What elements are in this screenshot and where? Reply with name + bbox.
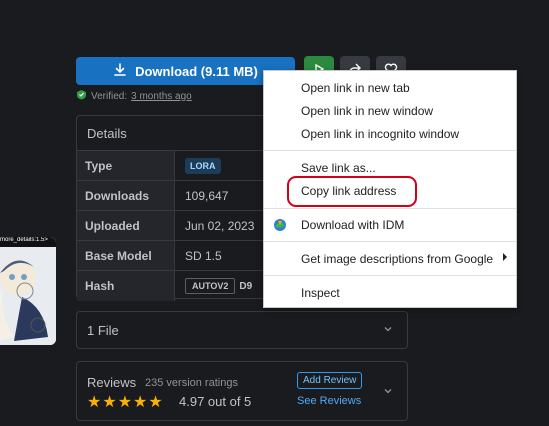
details-label: Downloads xyxy=(77,181,175,211)
menu-item-open-new-window[interactable]: Open link in new window xyxy=(301,104,433,118)
see-reviews-link[interactable]: See Reviews xyxy=(297,395,361,407)
verified-prefix: Verified: xyxy=(91,90,128,102)
details-value: Jun 02, 2023 xyxy=(185,219,255,233)
menu-item-download-idm[interactable]: Download with IDM xyxy=(301,218,404,232)
menu-separator xyxy=(264,208,516,209)
reviews-card: Reviews 235 version ratings ★★★★★ 4.97 o… xyxy=(76,361,408,421)
rating-text: 4.97 out of 5 xyxy=(179,394,252,409)
details-label: Base Model xyxy=(77,241,175,271)
verified-ago-link[interactable]: 3 months ago xyxy=(131,91,192,102)
reviews-count: 235 version ratings xyxy=(145,377,238,389)
context-menu: Open link in new tab Open link in new wi… xyxy=(263,70,517,308)
menu-item-open-new-tab[interactable]: Open link in new tab xyxy=(301,81,410,95)
details-label: Uploaded xyxy=(77,211,175,241)
type-badge: LORA xyxy=(185,158,221,174)
model-thumbnail[interactable]: ix:more_details:1.5> xyxy=(0,237,56,345)
menu-item-open-incognito[interactable]: Open link in incognito window xyxy=(301,127,459,141)
menu-item-inspect[interactable]: Inspect xyxy=(301,286,340,300)
menu-separator xyxy=(264,150,516,151)
files-accordion[interactable]: 1 File xyxy=(76,311,408,349)
details-label: Type xyxy=(77,151,175,181)
chevron-down-icon xyxy=(383,324,393,337)
thumbnail-caption: ix:more_details:1.5> xyxy=(0,237,56,247)
idm-icon xyxy=(272,218,288,235)
menu-separator xyxy=(264,275,516,276)
chevron-right-icon xyxy=(502,253,508,263)
details-label: Hash xyxy=(77,271,175,301)
menu-item-image-descriptions[interactable]: Get image descriptions from Google xyxy=(301,252,493,266)
menu-item-save-link[interactable]: Save link as... xyxy=(301,161,376,175)
menu-item-copy-link[interactable]: Copy link address xyxy=(301,184,396,198)
download-button-label: Download (9.11 MB) xyxy=(135,63,258,79)
star-rating: ★★★★★ xyxy=(87,394,164,411)
details-title: Details xyxy=(87,126,127,141)
details-value: 109,647 xyxy=(185,189,229,203)
hash-value[interactable]: D9 xyxy=(239,281,252,292)
reviews-title: Reviews xyxy=(87,375,137,390)
menu-separator xyxy=(264,241,516,242)
thumbnail-image xyxy=(0,237,56,345)
hash-type-badge[interactable]: AUTOV2 xyxy=(185,278,236,294)
add-review-button[interactable]: Add Review xyxy=(297,372,363,389)
details-value: SD 1.5 xyxy=(185,249,222,263)
verified-line: Verified: 3 months ago xyxy=(76,89,192,103)
files-label: 1 File xyxy=(87,323,119,338)
shield-check-icon xyxy=(76,89,87,103)
download-icon xyxy=(113,62,127,80)
chevron-down-icon[interactable] xyxy=(383,386,393,399)
